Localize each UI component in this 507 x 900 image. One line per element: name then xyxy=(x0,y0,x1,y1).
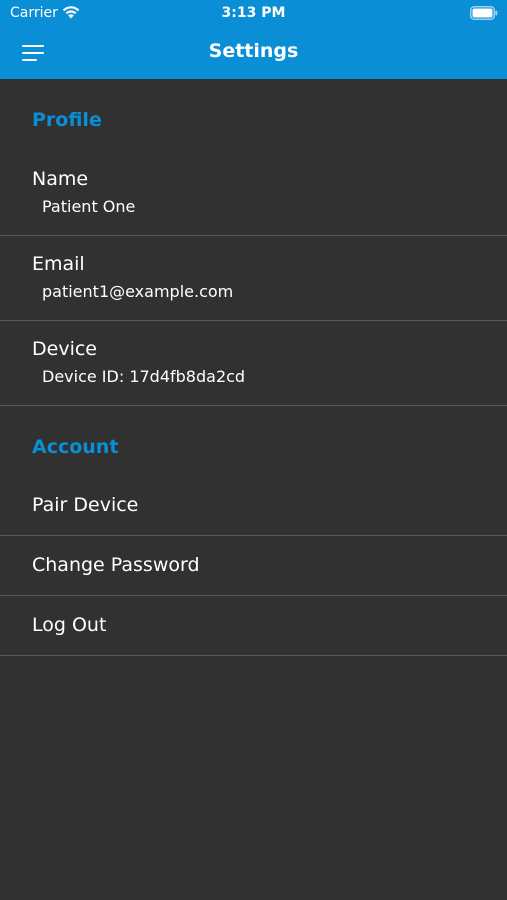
log-out-label: Log Out xyxy=(32,614,107,636)
battery-icon xyxy=(470,6,498,20)
pair-device-label: Pair Device xyxy=(32,494,139,516)
name-label: Name xyxy=(32,168,89,190)
account-section-header: Account xyxy=(32,436,119,458)
profile-device-row[interactable]: Device Device ID: 17d4fb8da2cd xyxy=(0,321,507,406)
name-value: Patient One xyxy=(42,197,136,216)
email-value: patient1@example.com xyxy=(42,282,234,301)
profile-section-header: Profile xyxy=(32,109,102,131)
page-title: Settings xyxy=(208,40,299,62)
log-out-button[interactable]: Log Out xyxy=(0,596,507,656)
profile-name-row[interactable]: Name Patient One xyxy=(0,150,507,236)
device-id-value: Device ID: 17d4fb8da2cd xyxy=(42,367,246,386)
change-password-button[interactable]: Change Password xyxy=(0,536,507,596)
profile-email-row[interactable]: Email patient1@example.com xyxy=(0,236,507,321)
pair-device-button[interactable]: Pair Device xyxy=(0,476,507,536)
email-label: Email xyxy=(32,253,85,275)
nav-bar: Settings xyxy=(0,28,507,79)
change-password-label: Change Password xyxy=(32,554,200,576)
status-bar: Carrier 3:13 PM xyxy=(0,0,507,28)
device-label: Device xyxy=(32,338,97,360)
status-time: 3:13 PM xyxy=(221,5,286,21)
